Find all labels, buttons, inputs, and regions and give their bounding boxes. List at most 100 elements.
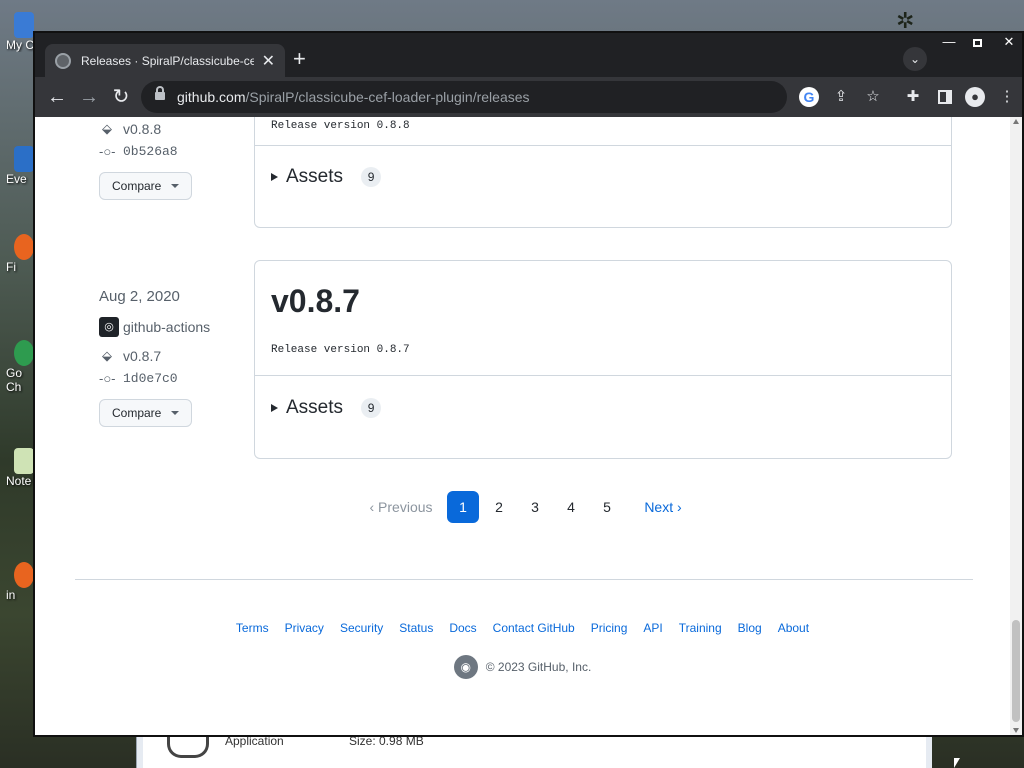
scrollbar-thumb[interactable] [1012,620,1020,722]
release-meta-v0-8-7: Aug 2, 2020 ◎ github-actions ⬙ v0.8.7 -○… [99,285,249,427]
page-scrollbar[interactable] [1010,117,1022,735]
footer-link-status[interactable]: Status [399,621,433,635]
tab-close-icon[interactable]: ✕ [262,51,275,71]
release-date: Aug 2, 2020 [99,288,180,305]
copyright-text: © 2023 GitHub, Inc. [485,660,592,674]
assets-toggle[interactable]: Assets 9 [271,397,382,419]
compare-button[interactable]: Compare [99,172,193,200]
desktop-icon-label: Eve [6,172,27,186]
footer-link-terms[interactable]: Terms [236,621,269,635]
github-favicon-icon [55,52,71,69]
desktop-icon-chrome[interactable]: Go Ch [0,340,34,394]
next-label: Next [644,499,674,515]
background-window-content: Application Size: 0.98 MB [143,732,926,768]
maximize-button[interactable] [965,33,989,51]
page-2-button[interactable]: 2 [487,491,511,523]
desktop-icon-label: My C [6,38,34,52]
footer-link-docs[interactable]: Docs [449,621,476,635]
url-host: github.com [177,89,246,105]
commit-row[interactable]: -○- 0b526a8 [99,140,249,162]
footer-link-privacy[interactable]: Privacy [285,621,324,635]
url-text[interactable]: github.com/SpiralP/classicube-cef-loader… [177,89,530,105]
disclosure-triangle-icon [271,404,278,412]
release-meta-v0-8-8: ⬙ v0.8.8 -○- 0b526a8 Compare [99,118,249,200]
footer-link-pricing[interactable]: Pricing [591,621,628,635]
new-tab-button[interactable]: + [293,48,306,70]
scroll-up-icon[interactable] [1013,119,1019,124]
chevron-left-icon: ‹ [369,499,379,515]
footer-link-about[interactable]: About [778,621,809,635]
commit-link[interactable]: 0b526a8 [123,144,178,159]
assets-count-badge: 9 [361,398,382,418]
commit-icon: -○- [99,370,116,386]
footer-link-security[interactable]: Security [340,621,383,635]
assets-count-badge: 9 [361,167,382,187]
extensions-puzzle-icon[interactable]: ✚ [903,87,923,107]
desktop-icon-my-computer[interactable]: My C [0,12,34,52]
desktop-icon-label: Fi [6,260,16,274]
footer-link-api[interactable]: API [643,621,662,635]
tab-releases[interactable]: Releases · SpiralP/classicube-cef- ✕ [45,44,285,77]
forward-button[interactable]: → [75,83,103,111]
reload-button[interactable]: ↻ [107,83,135,111]
desktop-icon-notepad[interactable]: Note [0,448,34,488]
actor-link[interactable]: github-actions [123,319,210,335]
disclosure-triangle-icon [271,173,278,181]
footer-links: Terms Privacy Security Status Docs Conta… [35,621,1010,635]
tab-bar: Releases · SpiralP/classicube-cef- ✕ + ⌄… [35,33,1022,77]
divider [255,375,951,376]
commit-icon: -○- [99,143,116,159]
bookmark-star-icon[interactable]: ☆ [863,87,883,107]
share-icon[interactable]: ⇪ [831,87,851,107]
minimize-button[interactable]: — [937,33,961,51]
tab-search-button[interactable]: ⌄ [903,47,927,71]
github-logo-icon[interactable]: ◉ [453,655,478,679]
scroll-down-icon[interactable] [1013,728,1019,733]
side-panel-icon[interactable] [935,87,955,107]
address-bar[interactable]: github.com/SpiralP/classicube-cef-loader… [141,81,787,113]
background-window: Application Size: 0.98 MB [136,732,932,768]
next-page-button[interactable]: Next › [633,491,693,523]
tag-row[interactable]: ⬙ v0.8.8 [99,118,249,140]
lock-icon[interactable] [155,86,165,102]
page-4-button[interactable]: 4 [559,491,583,523]
page-1-button[interactable]: 1 [447,491,479,523]
close-window-button[interactable]: ✕ [997,33,1021,51]
footer-link-training[interactable]: Training [679,621,722,635]
browser-menu-icon[interactable]: ⋮ [997,87,1017,107]
page-3-button[interactable]: 3 [523,491,547,523]
release-card-v0-8-8: Release version 0.8.8 Assets 9 [254,117,952,228]
release-body: Release version 0.8.8 [271,120,410,132]
divider [255,145,951,146]
tab-title: Releases · SpiralP/classicube-cef- [81,53,254,68]
tag-row[interactable]: ⬙ v0.8.7 [99,345,249,367]
footer-link-blog[interactable]: Blog [738,621,762,635]
release-title[interactable]: v0.8.7 [271,283,360,320]
assets-toggle[interactable]: Assets 9 [271,166,382,188]
desktop-icon-eve[interactable]: Eve [0,146,34,186]
github-actions-avatar: ◎ [99,317,119,337]
back-button[interactable]: ← [43,83,71,111]
google-icon[interactable]: G [799,87,819,107]
assets-label: Assets [286,397,344,418]
compare-label: Compare [112,179,162,193]
profile-avatar-icon[interactable]: ● [965,87,985,107]
actor-row[interactable]: ◎ github-actions [99,315,249,339]
footer-divider [75,579,973,580]
commit-row[interactable]: -○- 1d0e7c0 [99,367,249,389]
page-5-button[interactable]: 5 [595,491,619,523]
browser-window: Releases · SpiralP/classicube-cef- ✕ + ⌄… [33,31,1024,737]
compare-button[interactable]: Compare [99,399,193,427]
computer-icon [14,12,34,38]
commit-link[interactable]: 1d0e7c0 [123,371,178,386]
footer-link-contact[interactable]: Contact GitHub [493,621,575,635]
release-body: Release version 0.8.7 [271,344,410,356]
tag-link[interactable]: v0.8.7 [123,348,161,364]
url-path: /SpiralP/classicube-cef-loader-plugin/re… [245,89,530,105]
previous-page-button[interactable]: ‹ Previous [361,491,441,523]
tag-icon: ⬙ [102,121,112,136]
desktop-icon-firefox[interactable]: Fi [0,234,34,274]
tag-link[interactable]: v0.8.8 [123,121,161,137]
desktop-icon-in[interactable]: in [0,562,34,602]
release-card-v0-8-7: v0.8.7 Release version 0.8.7 Assets 9 [254,260,952,459]
